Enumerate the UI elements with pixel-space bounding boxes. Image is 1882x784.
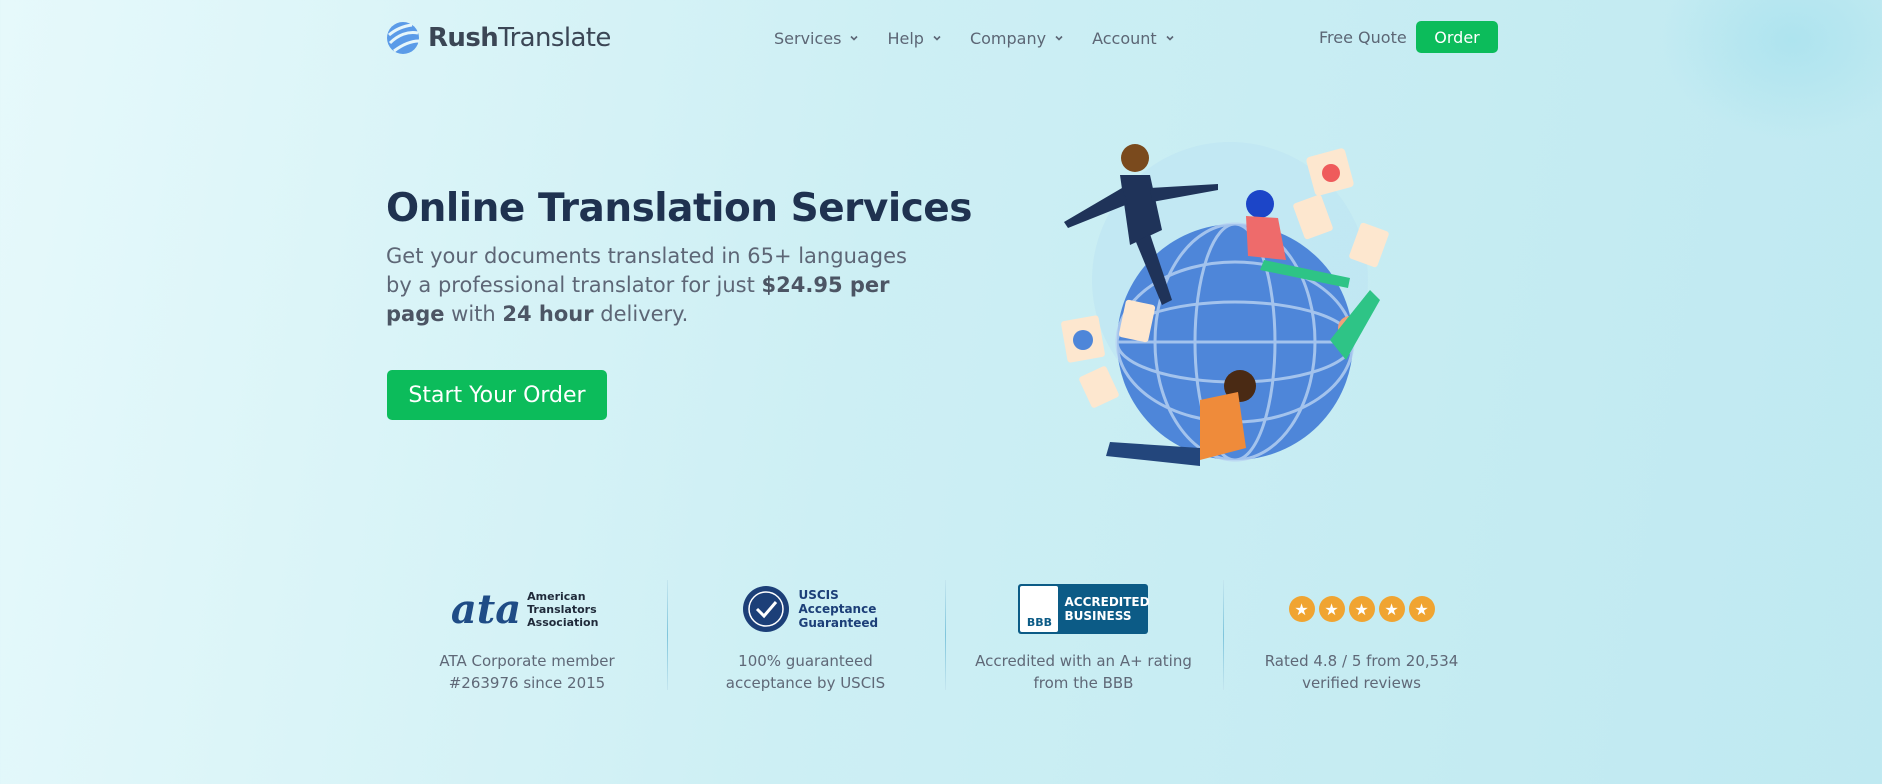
divider [944,580,946,690]
bbb-logo: BBB ACCREDITED BUSINESS [1018,580,1150,638]
menu-account-label: Account [1092,28,1157,48]
menu-services-label: Services [774,28,842,48]
badge-ata: ata American Translators Association ATA… [388,580,666,700]
logo[interactable]: RushTranslate [386,21,611,55]
menu-help[interactable]: Help [887,29,941,48]
brand-name: RushTranslate [428,23,611,53]
ata-logo: ata American Translators Association [450,585,599,633]
start-order-button[interactable]: Start Your Order [387,370,607,420]
menu-company-label: Company [969,28,1047,48]
badge-ata-text: ATA Corporate member #263976 since 2015 [439,652,615,692]
chevron-down-icon [1055,35,1063,41]
star-icon: ★ [1318,596,1345,622]
trust-badges: ata American Translators Association ATA… [388,580,1500,700]
main-menu: Services Help Company Account [774,21,1203,55]
globe-people-illustration [1061,142,1389,466]
uscis-logo: USCIS Acceptance Guaranteed [742,580,878,638]
chevron-down-icon [850,35,859,41]
chevron-down-icon [1166,35,1174,41]
delivery-time-text: 24 hour [502,302,594,326]
menu-company[interactable]: Company [970,29,1064,48]
chevron-down-icon [933,35,941,41]
divider [1223,580,1224,690]
badge-bbb-text: Accredited with an A+ rating from the BBB [975,652,1192,692]
background-glow [1662,0,1882,140]
free-quote-link[interactable]: Free Quote [1319,28,1407,47]
star-icon: ★ [1408,596,1435,622]
badge-reviews-text: Rated 4.8 / 5 from 20,534 verified review… [1264,652,1459,692]
check-seal-icon [743,586,790,632]
badge-uscis: USCIS Acceptance Guaranteed 100% guarant… [666,580,944,700]
order-button[interactable]: Order [1416,21,1498,53]
badge-uscis-text: 100% guaranteed acceptance by USCIS [725,652,886,692]
badge-bbb: BBB ACCREDITED BUSINESS Accredited with … [944,580,1222,700]
menu-services[interactable]: Services [774,29,859,48]
top-nav: RushTranslate Services Help Company Acco… [386,21,1498,55]
star-icon: ★ [1378,596,1405,622]
divider [666,580,668,690]
badge-reviews: ★ ★ ★ ★ ★ Rated 4.8 / 5 from 20,534 verif… [1222,580,1500,700]
hero-subtitle: Get your documents translated in 65+ lan… [386,244,907,326]
rating-stars: ★ ★ ★ ★ ★ [1288,580,1435,638]
menu-account[interactable]: Account [1092,29,1175,48]
page-title: Online Translation Services [386,186,972,231]
menu-help-label: Help [887,28,924,48]
star-icon: ★ [1288,596,1315,622]
star-icon: ★ [1348,596,1375,622]
globe-logo-icon [387,22,420,54]
